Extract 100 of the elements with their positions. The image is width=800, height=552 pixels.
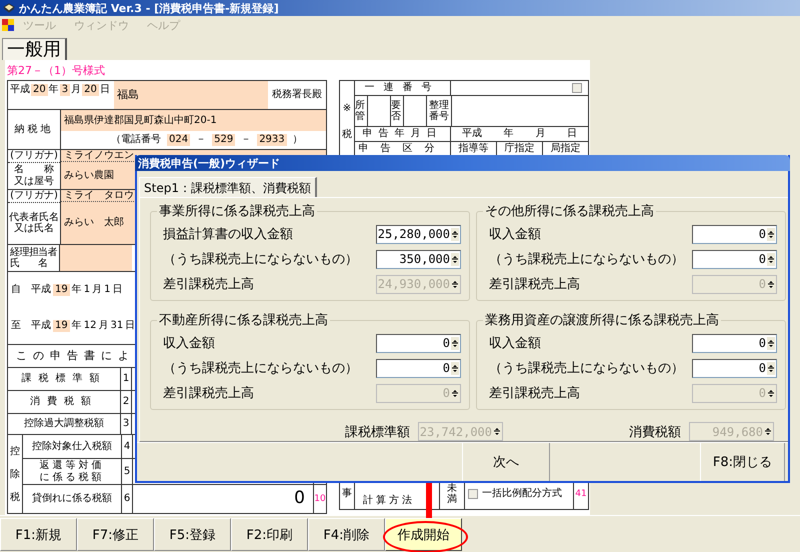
checkbox[interactable] [468, 489, 478, 499]
furigana-label: (フリガナ) [8, 190, 60, 202]
row-label: 控除過大調整税額 [24, 418, 104, 430]
field-label: 又は屋号 [14, 176, 54, 188]
field-label: 差引課税売上高 [163, 276, 254, 294]
side-label: 税 [342, 128, 352, 140]
spin-field[interactable]: 25,280,000 [376, 224, 461, 244]
field-label: 12 [84, 320, 96, 332]
field-label: 31 [110, 320, 124, 332]
field-label: 収入金額 [489, 335, 541, 352]
field-label: 年 [504, 128, 514, 140]
tab[interactable]: 一般用 [2, 38, 67, 60]
amount-value: 0 [294, 489, 305, 509]
field-label: 差引課税売上高 [163, 385, 254, 402]
dialog-button[interactable]: 次へ [462, 443, 550, 481]
field-label: 代表者氏名 [9, 212, 59, 223]
field-label: （うち課税売上にならないもの） [489, 360, 684, 378]
field-label: 至 [11, 320, 21, 332]
form-number: 第27－（1）号様式 [7, 64, 105, 78]
field-label: 月 [98, 320, 108, 332]
field-label: 所管 [355, 96, 368, 126]
spin-field[interactable]: 0 [376, 358, 461, 378]
spin-field[interactable]: 350,000 [376, 250, 461, 269]
name-value: みらい 太郎 [64, 217, 124, 229]
field-label: 自 [11, 284, 21, 296]
side-label: 事 [342, 488, 352, 500]
spin-field[interactable]: 0 [376, 334, 461, 353]
toolbar-button[interactable]: F7:修正 [77, 518, 154, 551]
tab[interactable]: Step1：課税標準額、消費税額 [139, 177, 317, 198]
field-label: 損益計算書の収入金額 [163, 226, 293, 244]
row-number: 3 [122, 418, 130, 430]
field-label: 年 [72, 284, 82, 296]
app-menu-icon[interactable] [2, 19, 14, 31]
field-label: 名 称 [14, 164, 54, 176]
field-label: 平成 [10, 84, 30, 96]
field-label: 税務署長殿 [272, 89, 322, 101]
field-value: 20 [31, 84, 48, 96]
field-label: （電話番号 [111, 134, 161, 146]
spinner-icon[interactable] [451, 252, 459, 266]
toolbar-button[interactable]: F2:印刷 [231, 518, 308, 551]
checkbox[interactable] [572, 83, 582, 93]
field-label: 差引課税売上高 [489, 385, 580, 402]
row-label: 課税標準額 [22, 373, 106, 385]
field-label: 消費税額 [629, 424, 681, 441]
field-label: 年 [72, 320, 82, 332]
field-value: 19 [53, 320, 70, 332]
field-label: 納税地 [14, 124, 54, 136]
toolbar-button[interactable]: F5:登録 [154, 518, 231, 551]
spinner-icon[interactable] [767, 252, 775, 266]
row-label: に係る税額 [40, 472, 104, 483]
spin-field[interactable]: 0 [692, 334, 777, 353]
field-label: 整理番号 [427, 96, 452, 126]
field-label: 月 [71, 84, 82, 96]
spin-field[interactable]: 0 [692, 358, 777, 378]
field-label: 局指定 [550, 142, 582, 155]
dialog-title: 消費税申告(一般)ウィザード [138, 156, 280, 171]
field-label: （うち課税売上にならないもの） [163, 360, 358, 378]
toolbar-button[interactable]: 作成開始 [385, 518, 462, 551]
field-label: 月 [92, 284, 102, 296]
field-label: 収入金額 [489, 226, 541, 244]
furigana-value: ミライノウエン [64, 150, 134, 162]
spinner-icon[interactable] [767, 336, 775, 350]
group-title: 業務用資産の譲渡所得に係る課税売上高 [484, 312, 720, 330]
field-label: 日 [567, 128, 578, 140]
field-label: － [241, 134, 252, 146]
field-value: 024 [167, 134, 190, 146]
dialog-button[interactable]: F8:閉じる [700, 443, 785, 481]
spinner-icon[interactable] [767, 362, 775, 375]
field-label: 平成 [31, 284, 51, 296]
section-heading: この申告書によ [16, 350, 135, 362]
spinner-icon[interactable] [451, 336, 459, 350]
spin-field[interactable]: 0 [692, 250, 777, 269]
row-number: 2 [122, 396, 130, 408]
field-label: 平成 [462, 128, 482, 140]
furigana-label: (フリガナ) [8, 150, 60, 162]
row-number: 1 [122, 373, 130, 385]
spinner-icon[interactable] [767, 228, 775, 241]
group-title: 事業所得に係る課税売上高 [158, 203, 316, 220]
spin-field[interactable]: 0 [692, 224, 777, 244]
spinner-icon[interactable] [451, 228, 459, 241]
row-number: 6 [124, 493, 130, 505]
field-label: 一連番号 [355, 81, 451, 95]
group-title: その他所得に係る課税売上高 [484, 203, 655, 220]
field-label: 又は氏名 [14, 223, 54, 235]
field-label: 収入金額 [163, 335, 215, 352]
toolbar-button[interactable]: F4:削除 [308, 518, 385, 551]
spinner-icon[interactable] [451, 362, 459, 375]
field-label: 年 [48, 84, 59, 96]
field-label: 1 [104, 284, 110, 296]
row-number: 10 [314, 494, 326, 504]
field-value: 529 [212, 134, 236, 146]
tax-office-value: 福島 [117, 88, 139, 102]
book-icon [3, 3, 15, 13]
toolbar-button[interactable]: F1:新規 [0, 518, 77, 551]
field-label: ） [292, 134, 303, 146]
field-label: 日 [125, 320, 136, 332]
field-label: 申告年月日 [355, 127, 451, 141]
row-label: 消費税額 [30, 396, 98, 408]
furigana-value: ミライ タロウ [64, 190, 134, 202]
field-label: － [196, 134, 206, 146]
